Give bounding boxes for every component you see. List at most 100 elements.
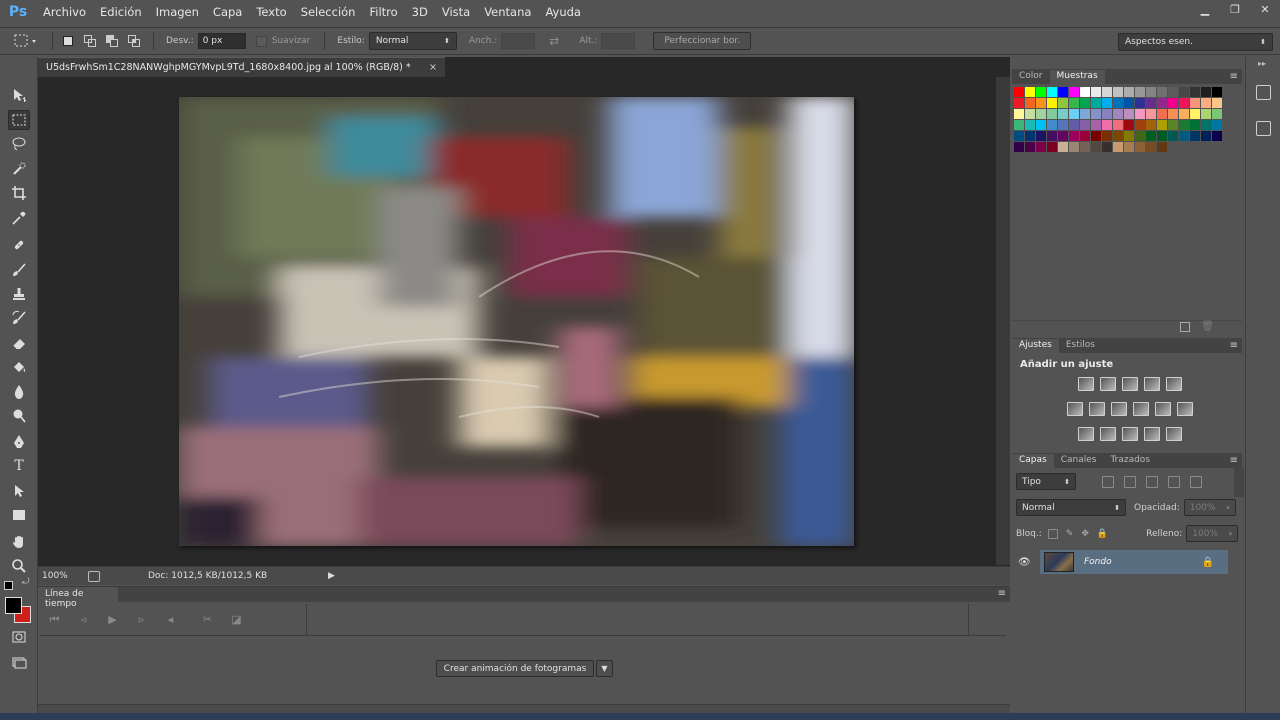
shape-tool[interactable] xyxy=(8,505,30,525)
tab-color[interactable]: Color xyxy=(1012,70,1050,84)
color-swatch[interactable] xyxy=(1157,109,1167,119)
color-swatch[interactable] xyxy=(1168,98,1178,108)
create-animation-dropdown[interactable]: ▼ xyxy=(596,660,613,677)
tab-adjustments[interactable]: Ajustes xyxy=(1012,339,1059,353)
next-frame-icon[interactable]: ▹ xyxy=(127,613,156,626)
color-swatch[interactable] xyxy=(1080,109,1090,119)
color-swatch[interactable] xyxy=(1124,142,1134,152)
color-swatch[interactable] xyxy=(1124,120,1134,130)
menu-seleccion[interactable]: Selección xyxy=(294,5,363,19)
color-swatch[interactable] xyxy=(1201,98,1211,108)
color-swatch[interactable] xyxy=(1190,131,1200,141)
intersect-selection-button[interactable] xyxy=(125,32,143,50)
screen-mode-button[interactable] xyxy=(8,653,30,673)
gradient-map-icon[interactable] xyxy=(1166,427,1182,441)
color-swatch[interactable] xyxy=(1168,120,1178,130)
document-tab[interactable]: U5dsFrwhSm1C28NANWghpMGYMvpL9Td_1680x840… xyxy=(38,57,445,77)
color-swatch[interactable] xyxy=(1113,131,1123,141)
subtract-selection-button[interactable] xyxy=(103,32,121,50)
color-swatch[interactable] xyxy=(1179,131,1189,141)
history-brush-tool[interactable] xyxy=(8,308,30,328)
color-swatch[interactable] xyxy=(1058,109,1068,119)
color-swatch[interactable] xyxy=(1036,98,1046,108)
type-tool[interactable]: T xyxy=(8,456,30,476)
feather-input[interactable] xyxy=(197,33,246,49)
color-swatch[interactable] xyxy=(1124,109,1134,119)
color-swatch[interactable] xyxy=(1058,98,1068,108)
color-swatch[interactable] xyxy=(1201,120,1211,130)
color-swatch[interactable] xyxy=(1102,87,1112,97)
color-swatch[interactable] xyxy=(1014,98,1024,108)
color-swatch[interactable] xyxy=(1157,131,1167,141)
color-swatch[interactable] xyxy=(1212,120,1222,130)
color-swatch[interactable] xyxy=(1091,87,1101,97)
color-swatch[interactable] xyxy=(1014,131,1024,141)
tab-channels[interactable]: Canales xyxy=(1054,454,1104,468)
clone-stamp-tool[interactable] xyxy=(8,284,30,304)
color-swatch[interactable] xyxy=(1091,131,1101,141)
color-swatch[interactable] xyxy=(1069,142,1079,152)
color-swatch[interactable] xyxy=(1047,131,1057,141)
tool-preset-picker[interactable] xyxy=(6,30,46,52)
height-input[interactable] xyxy=(601,33,636,49)
color-swatch[interactable] xyxy=(1047,87,1057,97)
color-swatch[interactable] xyxy=(1212,98,1222,108)
menu-edicion[interactable]: Edición xyxy=(93,5,149,19)
create-frame-animation-button[interactable]: Crear animación de fotogramas xyxy=(436,660,594,677)
color-swatch[interactable] xyxy=(1102,120,1112,130)
quick-mask-button[interactable] xyxy=(8,627,30,647)
channel-mixer-icon[interactable] xyxy=(1155,402,1171,416)
close-button[interactable]: ✕ xyxy=(1250,0,1280,18)
color-swatch[interactable] xyxy=(1025,98,1035,108)
color-swatch[interactable] xyxy=(1113,142,1123,152)
path-selection-tool[interactable] xyxy=(8,481,30,501)
new-selection-button[interactable] xyxy=(59,32,77,50)
color-swatch[interactable] xyxy=(1025,142,1035,152)
color-swatch[interactable] xyxy=(1014,120,1024,130)
threshold-icon[interactable] xyxy=(1122,427,1138,441)
antialias-checkbox[interactable] xyxy=(255,35,267,47)
color-swatch[interactable] xyxy=(1091,120,1101,130)
color-swatch[interactable] xyxy=(1157,120,1167,130)
brush-tool[interactable] xyxy=(8,260,30,280)
transition-icon[interactable]: ◪ xyxy=(222,613,251,626)
tab-styles[interactable]: Estilos xyxy=(1059,339,1102,353)
timeline-tab[interactable]: Línea de tiempo xyxy=(38,587,118,609)
color-swatch[interactable] xyxy=(1047,109,1057,119)
color-swatch[interactable] xyxy=(1157,142,1167,152)
color-swatch[interactable] xyxy=(1168,87,1178,97)
color-swatch[interactable] xyxy=(1036,109,1046,119)
color-swatch[interactable] xyxy=(1069,109,1079,119)
filter-smart-object-icon[interactable] xyxy=(1190,475,1202,488)
color-swatch[interactable] xyxy=(1212,131,1222,141)
color-swatch[interactable] xyxy=(1124,87,1134,97)
tab-layers[interactable]: Capas xyxy=(1012,454,1054,468)
workspace-select[interactable]: Aspectos esen. ⬍ xyxy=(1118,33,1273,51)
color-swatch[interactable] xyxy=(1069,131,1079,141)
swap-dimensions-icon[interactable]: ⇄ xyxy=(549,34,559,48)
restore-button[interactable]: ❐ xyxy=(1220,0,1250,18)
pen-tool[interactable] xyxy=(8,432,30,452)
color-swatch[interactable] xyxy=(1014,87,1024,97)
tab-paths[interactable]: Trazados xyxy=(1103,454,1157,468)
color-swatch[interactable] xyxy=(1157,98,1167,108)
panel-menu-icon[interactable]: ≡ xyxy=(1230,71,1238,82)
color-swatch[interactable] xyxy=(1036,120,1046,130)
filter-adjustment-icon[interactable] xyxy=(1124,475,1136,488)
color-swatch[interactable] xyxy=(1025,109,1035,119)
color-swatch[interactable] xyxy=(1135,120,1145,130)
kind-filter-select[interactable]: Tipo ⬍ xyxy=(1016,473,1076,490)
invert-icon[interactable] xyxy=(1078,427,1094,441)
curves-icon[interactable] xyxy=(1122,377,1138,391)
color-swatch[interactable] xyxy=(1113,87,1123,97)
color-swatch[interactable] xyxy=(1102,131,1112,141)
filter-pixel-icon[interactable] xyxy=(1102,475,1114,488)
color-swatch[interactable] xyxy=(1113,109,1123,119)
status-menu-arrow[interactable]: ▶ xyxy=(328,571,335,581)
color-swatch[interactable] xyxy=(1179,98,1189,108)
trash-icon[interactable]: 🗑 xyxy=(1201,321,1214,332)
history-panel-icon[interactable] xyxy=(1256,85,1271,100)
filter-shape-icon[interactable] xyxy=(1168,475,1180,488)
color-swatch[interactable] xyxy=(1190,109,1200,119)
brightness-icon[interactable] xyxy=(1078,377,1094,391)
